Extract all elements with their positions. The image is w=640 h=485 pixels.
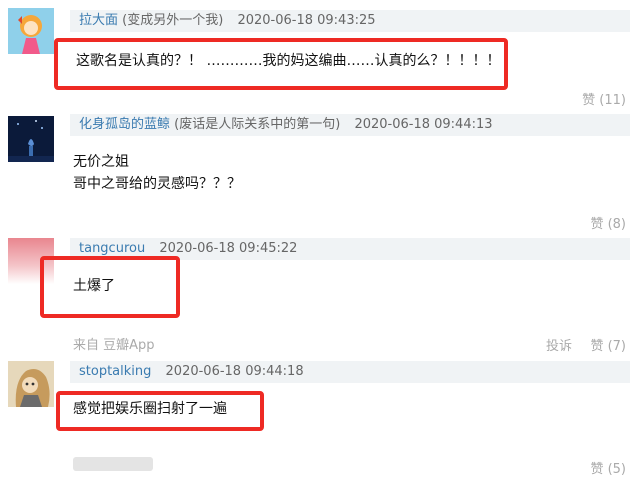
comment-text: 无价之姐 xyxy=(73,154,129,170)
avatar[interactable] xyxy=(8,361,54,407)
username-link[interactable]: 拉大面 xyxy=(79,13,118,28)
comment-meta: 化身孤岛的蓝鲸 (废话是人际关系中的第一句) 2020-06-18 09:44:… xyxy=(79,116,493,134)
highlight-box xyxy=(56,391,264,431)
timestamp: 2020-06-18 09:44:18 xyxy=(165,364,304,379)
comment-item: 化身孤岛的蓝鲸 (废话是人际关系中的第一句) 2020-06-18 09:44:… xyxy=(0,110,640,232)
highlight-box xyxy=(54,38,508,90)
timestamp: 2020-06-18 09:44:13 xyxy=(354,117,493,132)
user-signature: (废话是人际关系中的第一句) xyxy=(174,117,341,132)
blurred-source xyxy=(73,457,153,471)
comment-text: 哥中之哥给的灵感吗？？？ xyxy=(73,176,241,192)
timestamp: 2020-06-18 09:43:25 xyxy=(237,13,376,28)
source-label: 来自 豆瓣App xyxy=(73,338,155,353)
comment-meta: 拉大面 (变成另外一个我) 2020-06-18 09:43:25 xyxy=(79,12,376,30)
username-link[interactable]: tangcurou xyxy=(79,241,145,256)
comment-item: tangcurou 2020-06-18 09:45:22 土爆了 来自 豆瓣A… xyxy=(0,232,640,357)
username-link[interactable]: 化身孤岛的蓝鲸 xyxy=(79,117,170,132)
highlight-box xyxy=(40,256,180,318)
like-button[interactable]: 赞 (11) xyxy=(582,89,626,108)
like-button[interactable]: 赞 (5) xyxy=(590,458,626,477)
report-button[interactable]: 投诉 xyxy=(546,335,572,354)
comment-item: 拉大面 (变成另外一个我) 2020-06-18 09:43:25 这歌名是认真… xyxy=(0,0,640,110)
comment-item: stoptalking 2020-06-18 09:44:18 感觉把娱乐圈扫射… xyxy=(0,357,640,485)
avatar[interactable] xyxy=(8,8,54,54)
like-button[interactable]: 赞 (7) xyxy=(590,335,626,354)
comment-meta: stoptalking 2020-06-18 09:44:18 xyxy=(79,363,304,381)
timestamp: 2020-06-18 09:45:22 xyxy=(159,241,298,256)
user-signature: (变成另外一个我) xyxy=(122,13,224,28)
like-button[interactable]: 赞 (8) xyxy=(590,213,626,232)
avatar[interactable] xyxy=(8,116,54,162)
username-link[interactable]: stoptalking xyxy=(79,364,151,379)
